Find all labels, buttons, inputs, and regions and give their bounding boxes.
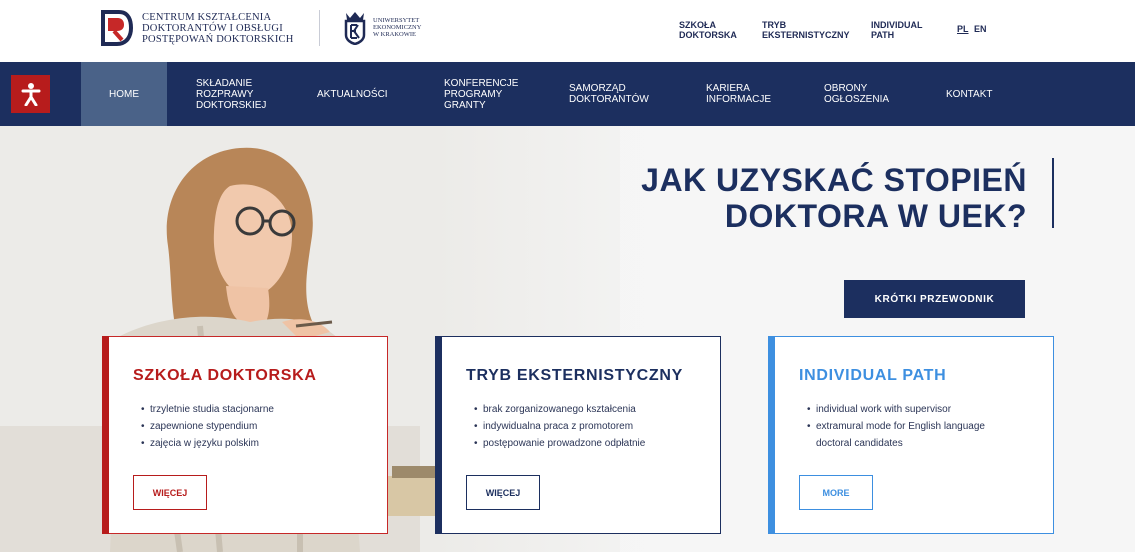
hero-section: JAK UZYSKAĆ STOPIEŃ DOKTORA W UEK? KRÓTK… [0, 126, 1135, 552]
cd-logo-icon [101, 10, 134, 46]
nav-item-kontakt[interactable]: KONTAKT [946, 62, 1016, 126]
card-title: TRYB EKSTERNISTYCZNY [466, 367, 683, 384]
card-more-button[interactable]: WIĘCEJ [466, 475, 540, 510]
nav-item-skladanie-rozprawy[interactable]: SKŁADANIE ROZPRAWY DOKTORSKIEJ [196, 62, 276, 126]
logo-uek-text: UNIWERSYTET EKONOMICZNY W KRAKOWIE [373, 16, 422, 38]
logo-cd-link[interactable]: CENTRUM KSZTAŁCENIA DOKTORANTÓW I OBSŁUG… [100, 9, 294, 47]
list-item: indywidualna praca z promotorem [474, 418, 645, 435]
accessibility-icon [21, 83, 40, 106]
card-accent-strip [435, 336, 442, 534]
card-list: trzyletnie studia stacjonarne zapewnione… [141, 401, 274, 452]
card-more-button[interactable]: MORE [799, 475, 873, 510]
top-header: CENTRUM KSZTAŁCENIA DOKTORANTÓW I OBSŁUG… [0, 0, 1135, 62]
nav-item-samorzad[interactable]: SAMORZĄD DOKTORANTÓW [569, 62, 659, 126]
nav-item-home[interactable]: HOME [81, 62, 167, 126]
card-accent-strip [102, 336, 109, 534]
nav-item-kariera[interactable]: KARIERA INFORMACJE [706, 62, 776, 126]
lang-en-link[interactable]: EN [974, 24, 987, 34]
list-item: brak zorganizowanego kształcenia [474, 401, 645, 418]
nav-item-obrony[interactable]: OBRONY OGŁOSZENIA [824, 62, 904, 126]
top-link-tryb-eksternistyczny[interactable]: TRYB EKSTERNISTYCZNY [762, 20, 850, 40]
card-individual-path: INDIVIDUAL PATH individual work with sup… [768, 336, 1054, 534]
top-link-individual-path[interactable]: INDIVIDUAL PATH [871, 20, 923, 40]
card-szkola-doktorska: SZKOŁA DOKTORSKA trzyletnie studia stacj… [102, 336, 388, 534]
list-item: zapewnione stypendium [141, 418, 274, 435]
logo-cd-text: CENTRUM KSZTAŁCENIA DOKTORANTÓW I OBSŁUG… [142, 11, 294, 45]
card-more-button[interactable]: WIĘCEJ [133, 475, 207, 510]
list-item: extramural mode for English language [807, 418, 985, 435]
main-navigation: HOME SKŁADANIE ROZPRAWY DOKTORSKIEJ AKTU… [0, 62, 1135, 126]
logo-uek-link[interactable]: UNIWERSYTET EKONOMICZNY W KRAKOWIE [343, 9, 421, 45]
logo-divider [319, 10, 320, 46]
card-tryb-eksternistyczny: TRYB EKSTERNISTYCZNY brak zorganizowaneg… [435, 336, 721, 534]
uek-logo-icon [344, 12, 366, 45]
list-item: individual work with supervisor [807, 401, 985, 418]
list-item: zajęcia w języku polskim [141, 435, 274, 452]
lang-pl-link[interactable]: PL [957, 24, 969, 34]
card-accent-strip [768, 336, 775, 534]
list-item: trzyletnie studia stacjonarne [141, 401, 274, 418]
nav-item-aktualnosci[interactable]: AKTUALNOŚCI [317, 62, 407, 126]
top-link-szkola-doktorska[interactable]: SZKOŁA DOKTORSKA [679, 20, 737, 40]
card-title: INDIVIDUAL PATH [799, 367, 947, 384]
card-list: brak zorganizowanego kształcenia indywid… [474, 401, 645, 452]
hero-title: JAK UZYSKAĆ STOPIEŃ DOKTORA W UEK? [641, 162, 1027, 234]
list-item: postępowanie prowadzone odpłatnie [474, 435, 645, 452]
nav-item-konferencje[interactable]: KONFERENCJE PROGRAMY GRANTY [444, 62, 524, 126]
card-title: SZKOŁA DOKTORSKA [133, 367, 317, 384]
card-list: individual work with supervisor extramur… [807, 401, 985, 452]
list-item: doctoral candidates [816, 438, 903, 449]
guide-button[interactable]: KRÓTKI PRZEWODNIK [844, 280, 1025, 318]
hero-title-bar [1052, 158, 1054, 228]
accessibility-button[interactable] [11, 75, 50, 113]
